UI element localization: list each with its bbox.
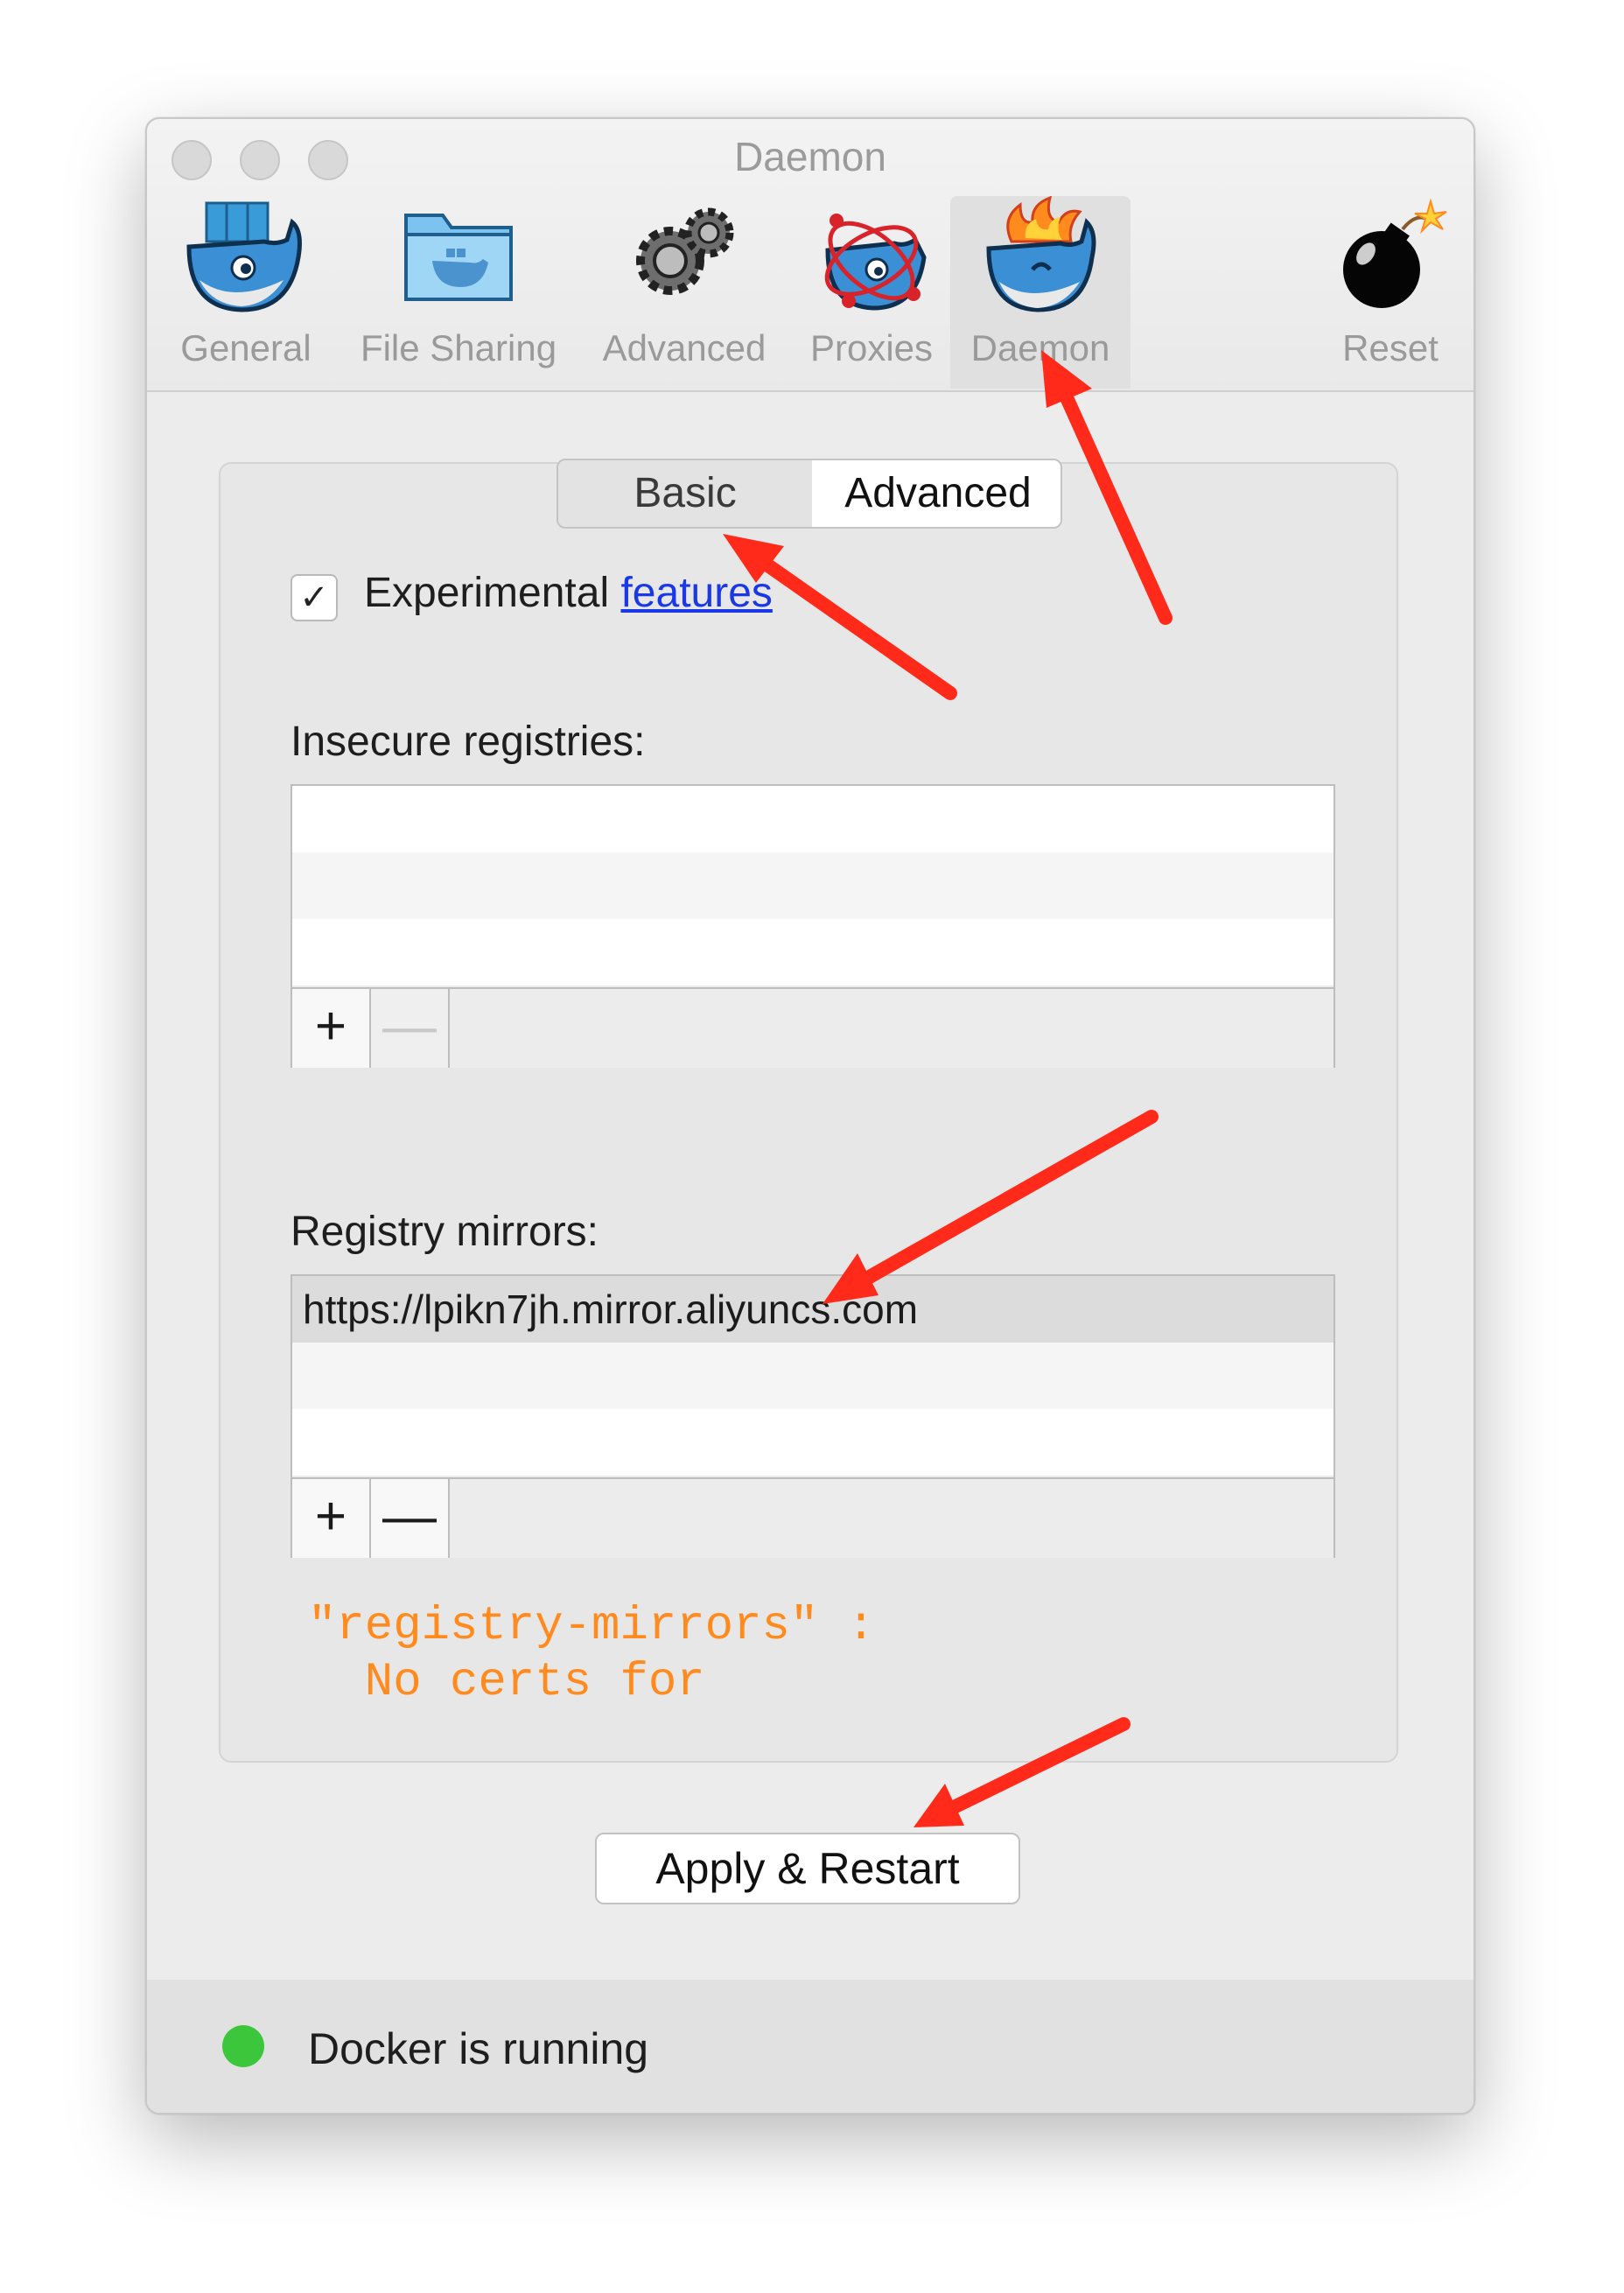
segment-basic[interactable]: Basic [558, 460, 812, 527]
insecure-registries-list[interactable]: + — [290, 784, 1335, 1068]
tab-label: File Sharing [360, 327, 557, 368]
remove-mirror-button[interactable]: — [371, 1479, 450, 1558]
toolbar: Daemon General File Sharing Advanced Pro… [147, 119, 1474, 392]
docker-whale-icon [180, 196, 312, 323]
list-row[interactable] [292, 852, 1334, 919]
list-row[interactable] [292, 1409, 1334, 1476]
error-message-line-2: No certs for [308, 1656, 705, 1709]
registry-mirrors-label: Registry mirrors: [290, 1209, 599, 1255]
insecure-registries-label: Insecure registries: [290, 719, 646, 765]
proxy-whale-icon [810, 196, 933, 323]
experimental-features-label: Experimental features [364, 569, 773, 617]
insecure-list-footer: + — [292, 987, 1334, 1068]
mirror-row-selected[interactable]: https://lpikn7jh.mirror.aliyuncs.com [292, 1276, 1334, 1343]
tab-proxies[interactable]: Proxies [793, 196, 950, 389]
add-mirror-button[interactable]: + [292, 1479, 371, 1558]
preferences-window: Daemon General File Sharing Advanced Pro… [145, 117, 1475, 2114]
tab-reset[interactable]: Reset [1332, 196, 1449, 389]
remove-insecure-registry-button[interactable]: — [371, 989, 450, 1068]
tab-label: Proxies [809, 327, 934, 368]
error-message-line-1: "registry-mirrors" : [308, 1600, 876, 1653]
tab-label: Advanced [602, 327, 766, 368]
mirrors-list-footer: + — [292, 1477, 1334, 1558]
tab-general[interactable]: General [172, 196, 320, 389]
segment-advanced[interactable]: Advanced [812, 460, 1060, 527]
experimental-label-text: Experimental [364, 570, 610, 616]
fire-whale-icon [975, 195, 1106, 323]
tab-label: Reset [1342, 327, 1438, 368]
tab-label: Daemon [970, 327, 1110, 368]
daemon-settings-panel: Basic Advanced ✓ Experimental features I… [219, 459, 1398, 1763]
window-title: Daemon [734, 134, 886, 179]
status-bar: Docker is running [147, 1980, 1474, 2113]
list-row[interactable] [292, 786, 1334, 852]
features-link[interactable]: features [620, 570, 772, 616]
basic-advanced-segmented-control: Basic Advanced [556, 459, 1062, 529]
gears-icon [623, 196, 746, 314]
tab-file-sharing[interactable]: File Sharing [345, 196, 572, 389]
tab-label: General [180, 327, 312, 368]
list-row[interactable] [292, 1343, 1334, 1409]
bomb-icon [1329, 196, 1452, 323]
list-row[interactable] [292, 919, 1334, 985]
experimental-features-checkbox[interactable]: ✓ [290, 574, 338, 621]
add-insecure-registry-button[interactable]: + [292, 989, 371, 1068]
status-indicator-icon [222, 2025, 264, 2067]
tab-advanced[interactable]: Advanced [588, 196, 780, 389]
folder-whale-icon [397, 196, 520, 314]
tab-daemon[interactable]: Daemon [950, 195, 1130, 389]
apply-restart-button[interactable]: Apply & Restart [595, 1833, 1020, 1904]
registry-mirrors-list[interactable]: https://lpikn7jh.mirror.aliyuncs.com + — [290, 1274, 1335, 1558]
status-text: Docker is running [308, 2024, 649, 2073]
